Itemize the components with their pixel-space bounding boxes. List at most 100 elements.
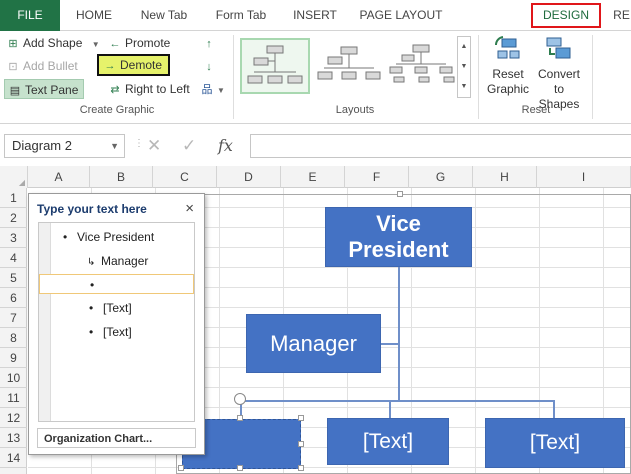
row-header[interactable]: 7 — [0, 308, 27, 328]
bullet-icon: • — [89, 301, 94, 315]
select-all-icon: ◢ — [18, 178, 25, 187]
org-child-box-2[interactable]: [Text] — [327, 418, 449, 465]
tab-home[interactable]: HOME — [66, 0, 122, 31]
shape-resize-handle[interactable] — [298, 415, 304, 421]
column-header[interactable]: A — [28, 166, 90, 188]
list-item-current[interactable]: • — [39, 274, 194, 294]
name-box-dropdown-icon[interactable]: ▼ — [110, 135, 119, 157]
layouts-scroll[interactable]: ▲ ▼ ▼ — [457, 36, 471, 98]
shape-resize-handle[interactable] — [178, 465, 184, 471]
scroll-down-icon[interactable]: ▼ — [458, 57, 470, 77]
add-bullet-button[interactable]: ⊡ Add Bullet — [6, 56, 78, 76]
row-header[interactable]: 6 — [0, 288, 27, 308]
ribbon-tab-bar: FILE HOME New Tab Form Tab INSERT PAGE L… — [0, 0, 631, 31]
insert-function-icon[interactable]: fx — [218, 134, 233, 158]
hierarchy-layout-icon — [389, 44, 455, 83]
column-header[interactable]: F — [345, 166, 409, 188]
row-header[interactable]: 10 — [0, 368, 27, 388]
tab-page-layout[interactable]: PAGE LAYOUT — [353, 0, 449, 31]
column-header[interactable]: G — [409, 166, 473, 188]
reset-group-label: Reset — [521, 104, 551, 116]
row-header[interactable]: 12 — [0, 408, 27, 428]
demote-button[interactable]: → Demote — [97, 54, 171, 76]
row-header[interactable]: 13 — [0, 428, 27, 448]
bullet-icon: • — [89, 325, 94, 339]
column-header[interactable]: D — [217, 166, 281, 188]
gallery-more-icon[interactable]: ▼ — [458, 77, 470, 97]
reset-graphic-icon — [494, 36, 520, 59]
convert-shapes-icon — [546, 37, 571, 59]
layout-org-chart[interactable] — [240, 38, 310, 94]
list-item[interactable]: ↳ Manager — [87, 251, 148, 271]
row-header[interactable]: 8 — [0, 328, 27, 348]
column-header[interactable]: B — [90, 166, 153, 188]
row-header[interactable]: 1 — [0, 188, 27, 208]
scroll-up-icon[interactable]: ▲ — [458, 37, 470, 57]
layouts-gallery — [238, 36, 456, 98]
org-connector-child-2 — [389, 400, 391, 419]
column-header[interactable]: C — [153, 166, 217, 188]
tab-new-tab[interactable]: New Tab — [131, 0, 197, 31]
enter-icon[interactable]: ✓ — [182, 134, 196, 158]
tab-design[interactable]: DESIGN — [531, 3, 601, 28]
shape-resize-handle[interactable] — [298, 441, 304, 447]
row-header[interactable]: 2 — [0, 208, 27, 228]
org-connector-assistant — [381, 343, 399, 345]
layouts-group-label: Layouts — [335, 104, 375, 116]
add-bullet-label: Add Bullet — [23, 59, 78, 73]
list-item[interactable]: • [Text] — [89, 322, 132, 342]
tab-file[interactable]: FILE — [0, 0, 60, 31]
org-child-box-3[interactable]: [Text] — [485, 418, 625, 468]
shape-resize-handle[interactable] — [237, 415, 243, 421]
org-chart-layout-icon — [247, 45, 303, 84]
org-chart-link[interactable]: Organization Chart... — [37, 428, 196, 448]
org-child-3-text: [Text] — [529, 431, 581, 454]
name-box[interactable]: Diagram 2 ▼ — [4, 134, 125, 158]
list-item[interactable]: • [Text] — [89, 298, 132, 318]
column-header[interactable]: I — [537, 166, 631, 188]
tab-insert[interactable]: INSERT — [286, 0, 344, 31]
demote-arrow-icon: → — [104, 60, 116, 72]
formula-input[interactable] — [250, 134, 631, 158]
select-all-corner[interactable]: ◢ — [0, 166, 28, 188]
tab-review[interactable]: RE — [612, 0, 631, 31]
list-item-text: [Text] — [103, 325, 132, 339]
arrow-up-icon: ↑ — [206, 38, 212, 50]
org-vice-president-box[interactable]: Vice President — [325, 207, 472, 267]
row-header[interactable]: 11 — [0, 388, 27, 408]
column-header[interactable]: H — [473, 166, 537, 188]
row-header[interactable]: 5 — [0, 268, 27, 288]
row-header[interactable]: 9 — [0, 348, 27, 368]
row-header[interactable]: 3 — [0, 228, 27, 248]
row-header-bar: 1 2 3 4 5 6 7 8 9 10 11 12 13 14 — [0, 188, 27, 474]
column-header[interactable]: E — [281, 166, 345, 188]
layout-button[interactable]: 品 ▼ — [200, 79, 225, 99]
row-header[interactable]: 4 — [0, 248, 27, 268]
move-down-button[interactable]: ↓ — [202, 56, 219, 76]
rotate-handle-icon[interactable] — [234, 393, 246, 405]
right-to-left-button[interactable]: ⇄ Right to Left — [108, 79, 189, 99]
layout-half-circle-org-chart[interactable] — [386, 38, 456, 94]
tab-form-tab[interactable]: Form Tab — [207, 0, 275, 31]
org-manager-box[interactable]: Manager — [246, 314, 381, 373]
list-item[interactable]: • Vice President — [63, 227, 154, 247]
frame-resize-handle[interactable] — [397, 191, 403, 197]
row-header[interactable]: 14 — [0, 448, 27, 468]
close-icon[interactable]: × — [185, 200, 194, 217]
shape-resize-handle[interactable] — [237, 465, 243, 471]
reset-graphic-button[interactable]: Reset Graphic — [484, 35, 532, 97]
convert-to-shapes-button[interactable]: Convert to Shapes — [532, 35, 586, 112]
org-manager-text: Manager — [270, 330, 357, 356]
assistant-bullet-icon: ↳ — [87, 257, 96, 268]
add-shape-button[interactable]: ⊞ Add Shape ▼ — [6, 33, 99, 53]
shape-resize-handle[interactable] — [298, 465, 304, 471]
text-pane-list[interactable]: • Vice President ↳ Manager • • [Text] • [Tex… — [38, 222, 195, 422]
promote-arrow-icon: ← — [109, 38, 121, 50]
name-title-layout-icon — [317, 46, 381, 80]
cancel-icon[interactable]: ✕ — [147, 134, 161, 158]
move-up-button[interactable]: ↑ — [202, 33, 219, 53]
promote-button[interactable]: ← Promote — [108, 33, 171, 53]
right-to-left-icon: ⇄ — [110, 84, 120, 96]
layout-name-title-org-chart[interactable] — [314, 38, 384, 94]
text-pane-button[interactable]: ▤ Text Pane — [4, 79, 85, 99]
